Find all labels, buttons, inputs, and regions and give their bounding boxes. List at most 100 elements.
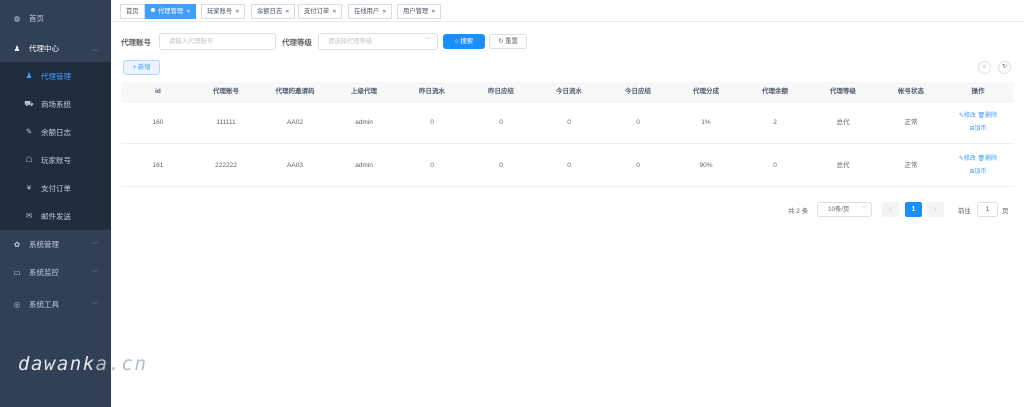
level-label: 代理等级: [282, 38, 312, 47]
add-coin-link-label: 加币: [974, 169, 987, 175]
page-number-button[interactable]: 1: [905, 202, 922, 217]
chevron-up-icon: ︿: [92, 46, 99, 53]
chevron-down-icon: ﹀: [860, 206, 867, 213]
yen-icon: ¥: [26, 183, 32, 192]
tag-online-users[interactable]: 在线用户 ✕: [348, 4, 393, 19]
tag-player-account[interactable]: 玩家账号 ✕: [201, 4, 246, 19]
close-icon[interactable]: ✕: [382, 9, 386, 15]
tag-home[interactable]: 首页: [120, 4, 145, 19]
tag-label: 在线用户: [354, 8, 380, 15]
column-header-status: 帐号状态: [898, 88, 924, 95]
tag-payment-orders[interactable]: 支付订单 ✕: [298, 4, 343, 19]
sidebar-item-agent-management[interactable]: ♟ 代理管理: [0, 62, 111, 90]
column-header-share: 代理分成: [693, 88, 719, 95]
cell-actions: ✎修改 🗑删除 ⊞加币: [941, 110, 1015, 136]
level-select[interactable]: 请选择代理等级 ﹀: [318, 33, 438, 50]
sidebar-item-label: 余额日志: [41, 128, 71, 137]
gamepad-icon: ☖: [25, 155, 33, 164]
toggle-search-button[interactable]: ○: [978, 61, 991, 74]
tag-agent-management[interactable]: 代理管理 ✕: [145, 4, 197, 19]
close-icon[interactable]: ✕: [332, 9, 336, 15]
sidebar-item-system-tools[interactable]: ◎ 系统工具 ﹀: [0, 290, 111, 318]
account-input[interactable]: 请输入代理账号: [159, 33, 276, 50]
cell-account: 111111: [216, 119, 236, 126]
plus-icon: +: [132, 64, 137, 71]
table-header: id 代理账号 代理的邀请码 上级代理 昨日流水 昨日应结 今日流水 今日应结 …: [121, 82, 1014, 102]
column-header-balance: 代理余额: [762, 88, 788, 95]
search-icon: ○: [454, 38, 459, 45]
edit-link[interactable]: ✎修改: [959, 156, 976, 162]
edit-link-label: 修改: [963, 113, 976, 119]
refresh-icon: ↻: [1001, 64, 1008, 70]
trash-icon: 🗑: [977, 113, 986, 119]
sidebar-item-label: 系统监控: [29, 267, 59, 277]
cell-share: 90%: [699, 162, 713, 169]
sidebar-item-label: 支付订单: [41, 184, 71, 193]
log-icon: ✎: [25, 127, 33, 136]
search-icon: ○: [982, 64, 987, 70]
prev-page-button[interactable]: ‹: [882, 202, 899, 217]
sidebar-item-agent-center[interactable]: ♟ 代理中心 ︿: [0, 34, 111, 62]
column-header-actions: 操作: [971, 88, 985, 95]
cell-id: 160: [152, 119, 164, 126]
reset-button-label: 重置: [505, 38, 518, 45]
search-button-label: 搜索: [460, 38, 474, 45]
sidebar-item-home[interactable]: ◍ 首页: [0, 4, 111, 32]
user-group-icon: ♟: [13, 43, 21, 53]
goto-page-input[interactable]: 1: [977, 202, 998, 217]
column-header-parent-agent: 上级代理: [351, 88, 377, 95]
chevron-right-icon: ›: [934, 206, 937, 213]
close-icon[interactable]: ✕: [285, 9, 289, 15]
cell-yesterday-flow: 0: [430, 162, 434, 169]
refresh-button[interactable]: ↻: [998, 61, 1011, 74]
account-label: 代理账号: [121, 38, 151, 47]
page-size-label: 10条/页: [828, 206, 850, 213]
add-coin-link[interactable]: ⊞加币: [969, 169, 986, 175]
dashboard-icon: ◍: [13, 13, 21, 23]
sidebar-item-mail-send[interactable]: ✉ 邮件发送: [0, 202, 111, 230]
cart-icon: ⛟: [24, 99, 34, 108]
delete-link[interactable]: 🗑删除: [978, 156, 998, 162]
column-header-today-settle: 今日应结: [625, 88, 651, 95]
watermark-suffix: a.cn: [95, 353, 148, 375]
submenu: ♟ 代理管理 ⛟ 商场系统 ✎ 余额日志 ☖ 玩家账号 ¥ 支付订单 ✉ 邮件发…: [0, 62, 111, 230]
tag-balance-log[interactable]: 余额日志 ✕: [251, 4, 296, 19]
add-button[interactable]: + 新增: [123, 60, 160, 75]
add-coin-link[interactable]: ⊞加币: [969, 126, 986, 132]
close-icon[interactable]: ✕: [431, 9, 435, 15]
sidebar-item-balance-log[interactable]: ✎ 余额日志: [0, 118, 111, 146]
sidebar-item-mall[interactable]: ⛟ 商场系统: [0, 90, 111, 118]
column-header-id: id: [155, 88, 161, 95]
watermark-main: dawank: [18, 353, 96, 375]
close-icon[interactable]: ✕: [235, 9, 239, 15]
cell-yesterday-settle: 0: [499, 162, 503, 169]
delete-link[interactable]: 🗑删除: [978, 113, 998, 119]
cell-status: 正常: [904, 119, 918, 126]
tag-user-management[interactable]: 用户管理 ✕: [397, 4, 442, 19]
sidebar: ◍ 首页 ♟ 代理中心 ︿ ♟ 代理管理 ⛟ 商场系统 ✎ 余额日志 ☖ 玩家账…: [0, 0, 111, 407]
sidebar-item-payment-orders[interactable]: ¥ 支付订单: [0, 174, 111, 202]
sidebar-item-label: 系统工具: [29, 299, 59, 309]
reset-button[interactable]: ↻ 重置: [489, 34, 527, 49]
sidebar-item-player-account[interactable]: ☖ 玩家账号: [0, 146, 111, 174]
close-icon[interactable]: ✕: [186, 9, 190, 15]
page-size-select[interactable]: 10条/页 ﹀: [817, 202, 872, 217]
chevron-down-icon: ﹀: [92, 270, 99, 277]
edit-link[interactable]: ✎修改: [959, 113, 976, 119]
add-button-label: 新增: [137, 64, 151, 71]
gear-icon: ✿: [13, 239, 21, 249]
user-icon: ♟: [25, 71, 33, 80]
sidebar-item-system-management[interactable]: ✿ 系统管理 ﹀: [0, 230, 111, 258]
cell-share: 1%: [701, 119, 711, 126]
column-header-level: 代理等级: [830, 88, 856, 95]
level-select-placeholder: 请选择代理等级: [328, 38, 373, 45]
sidebar-item-label: 首页: [29, 13, 44, 23]
tag-label: 首页: [126, 8, 139, 15]
sidebar-item-system-monitor[interactable]: ▭ 系统监控 ﹀: [0, 258, 111, 286]
next-page-button[interactable]: ›: [927, 202, 944, 217]
search-button[interactable]: ○ 搜索: [443, 34, 485, 49]
sidebar-item-label: 商场系统: [41, 100, 71, 109]
chevron-left-icon: ‹: [889, 206, 892, 213]
chevron-down-icon: ﹀: [92, 242, 99, 249]
cell-parent-agent: admin: [355, 119, 373, 126]
